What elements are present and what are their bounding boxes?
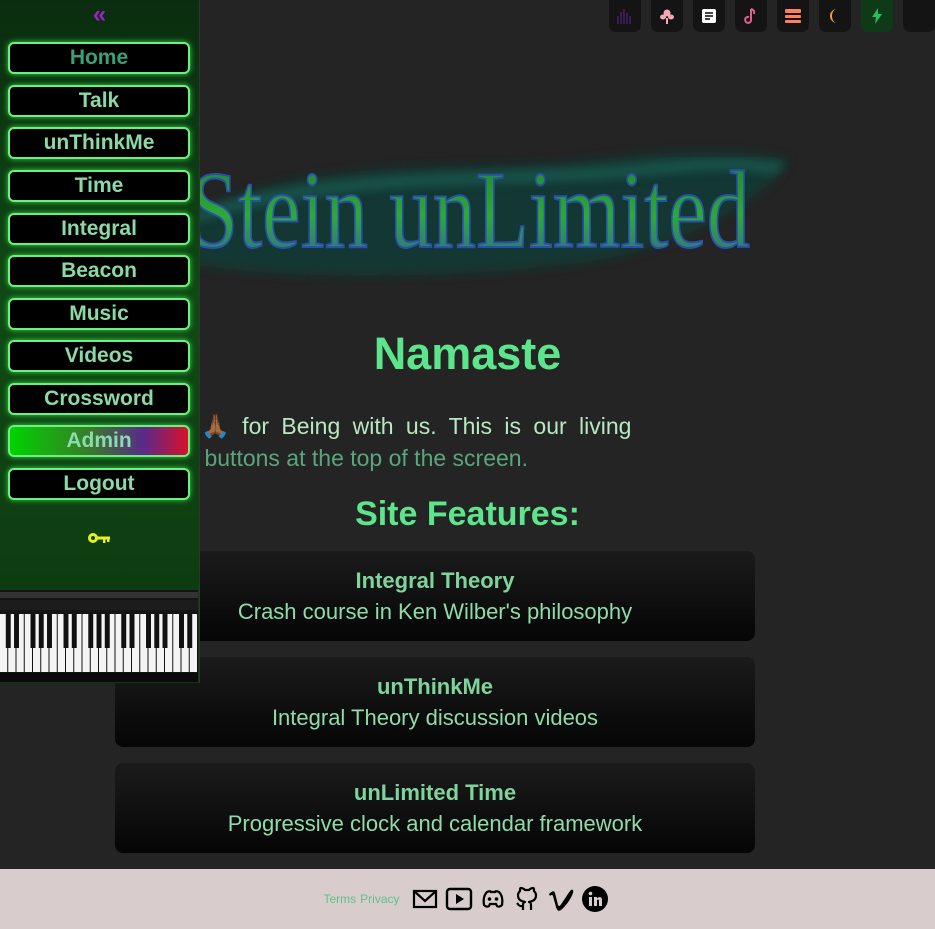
key-icon[interactable]: [86, 529, 112, 547]
piano-black-key[interactable]: [96, 614, 102, 648]
bolt-button[interactable]: [861, 0, 893, 32]
email-icon: [412, 889, 437, 909]
piano-black-key[interactable]: [146, 614, 151, 648]
piano-black-key[interactable]: [162, 614, 168, 648]
piano-black-key[interactable]: [71, 614, 77, 648]
lotus-button[interactable]: [651, 0, 683, 32]
piano-black-key[interactable]: [179, 614, 184, 648]
nav-logout[interactable]: Logout: [8, 468, 190, 500]
moon-icon: [830, 9, 837, 23]
youtube-link[interactable]: [444, 884, 474, 914]
theme-button[interactable]: [819, 0, 851, 32]
vimeo-icon: [548, 889, 573, 911]
feature-description: Progressive clock and calendar framework: [227, 811, 643, 836]
piano-black-keys: [5, 614, 193, 648]
youtube-icon: [445, 887, 472, 911]
linkedin-icon: [581, 886, 608, 912]
email-link[interactable]: [410, 884, 440, 914]
piano-black-key[interactable]: [38, 614, 44, 648]
nav-talk[interactable]: Talk: [8, 85, 190, 117]
discord-icon: [482, 890, 503, 908]
intro-text: nk you 🙏🏾 for Being with us. This is our…: [115, 410, 755, 474]
piano-black-key[interactable]: [14, 614, 19, 648]
feature-card-unlimited-time[interactable]: unLimited Time Progressive clock and cal…: [115, 763, 755, 853]
terms-link[interactable]: Terms: [323, 892, 356, 906]
nav-admin[interactable]: Admin: [8, 425, 190, 457]
site-logo: Stein unLimited: [140, 148, 790, 276]
spectrum-icon: [617, 9, 631, 24]
piano-black-key[interactable]: [88, 614, 94, 648]
piano-black-key[interactable]: [121, 614, 127, 648]
blank-icon: [910, 7, 928, 25]
linkedin-link[interactable]: [580, 884, 610, 914]
github-link[interactable]: [512, 884, 542, 914]
piano-black-key[interactable]: [187, 614, 193, 648]
privacy-link[interactable]: Privacy: [360, 892, 399, 906]
collapse-sidebar-button[interactable]: «: [0, 1, 199, 29]
feature-title: unLimited Time: [353, 780, 517, 805]
github-icon: [515, 886, 537, 910]
lotus-icon: [660, 9, 674, 24]
piano-black-key[interactable]: [129, 614, 135, 648]
logo-text: Stein unLimited: [190, 149, 750, 271]
nav-unthinkme[interactable]: unThinkMe: [8, 127, 190, 159]
piano-black-key[interactable]: [154, 614, 160, 648]
vimeo-link[interactable]: [546, 884, 576, 914]
feature-card-integral-theory[interactable]: Integral Theory Crash course in Ken Wilb…: [115, 551, 755, 641]
feature-description: Integral Theory discussion videos: [271, 705, 599, 730]
music-note-icon: [744, 8, 756, 24]
nav-time[interactable]: Time: [8, 170, 190, 202]
nav-music[interactable]: Music: [8, 298, 190, 330]
feature-card-unthinkme[interactable]: unThinkMe Integral Theory discussion vid…: [115, 657, 755, 747]
piano-keyboard[interactable]: [0, 590, 198, 682]
notes-icon: [702, 9, 716, 23]
spectrum-button[interactable]: [609, 0, 641, 32]
piano-black-key[interactable]: [47, 614, 52, 648]
blank-button[interactable]: [903, 0, 935, 32]
footer-links: Terms Privacy: [323, 892, 403, 906]
piano-black-key[interactable]: [5, 614, 11, 648]
piano-black-key[interactable]: [30, 614, 36, 648]
discord-link[interactable]: [478, 884, 508, 914]
layout-button[interactable]: [777, 0, 809, 32]
top-toolbar: [609, 0, 935, 32]
piano-black-key[interactable]: [63, 614, 69, 648]
piano-black-key[interactable]: [104, 614, 110, 648]
notes-button[interactable]: [693, 0, 725, 32]
nav-integral[interactable]: Integral: [8, 213, 190, 245]
feature-title: unThinkMe: [376, 674, 494, 699]
feature-title: Integral Theory: [355, 568, 515, 593]
feature-description: Crash course in Ken Wilber's philosophy: [237, 599, 633, 624]
sidebar: « Home Talk unThinkMe Time Integral Beac…: [0, 0, 200, 683]
bolt-icon: [872, 8, 882, 24]
nav-beacon[interactable]: Beacon: [8, 255, 190, 287]
footer: Terms Privacy: [0, 869, 935, 929]
nav-videos[interactable]: Videos: [8, 340, 190, 372]
nav-home[interactable]: Home: [8, 42, 190, 74]
nav-crossword[interactable]: Crossword: [8, 383, 190, 415]
music-button[interactable]: [735, 0, 767, 32]
layout-icon: [785, 9, 801, 23]
